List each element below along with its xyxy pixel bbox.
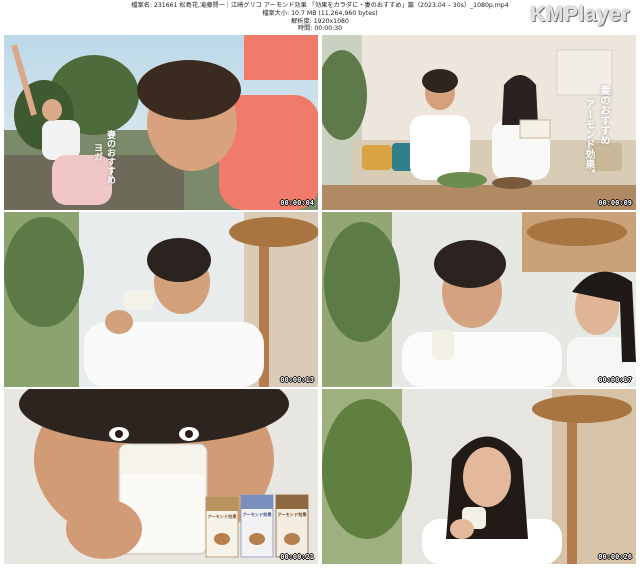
thumbnail-4[interactable]: 00:00:17 — [322, 212, 636, 387]
caption-sub: ヨガ — [92, 143, 102, 161]
frame-image — [4, 389, 318, 564]
thumbnail-2[interactable]: 妻のおすすめ アーモンド効果。 00:00:09 — [322, 35, 636, 210]
thumbnail-3[interactable]: 00:00:13 — [4, 212, 318, 387]
carton-label-3: アーモンド効果 — [277, 512, 307, 517]
timestamp: 00:00:26 — [598, 553, 632, 561]
timestamp: 00:00:13 — [280, 376, 314, 384]
timestamp: 00:00:09 — [598, 199, 632, 207]
frame-image — [4, 35, 318, 210]
caption-main: 妻のおすすめ — [598, 85, 609, 145]
carton-label-1: アーモンド効果 — [207, 514, 237, 519]
carton-label-2: アーモンド効果 — [242, 512, 272, 517]
thumbnail-5[interactable]: アーモンド効果 アーモンド効果 アーモンド効果 00:00:21 — [4, 389, 318, 564]
kmplayer-logo: KMPlayer — [530, 3, 630, 26]
timestamp: 00:00:04 — [280, 199, 314, 207]
frame-image — [322, 212, 636, 387]
caption-main: 妻のおすすめ — [105, 130, 115, 184]
thumbnail-1[interactable]: 妻のおすすめ ヨガ 00:00:04 — [4, 35, 318, 210]
timestamp: 00:00:17 — [598, 376, 632, 384]
thumbnail-6[interactable]: 00:00:26 — [322, 389, 636, 564]
frame-image — [4, 212, 318, 387]
header: 檔案名: 231661 松島花,滝藤賢一｜江崎グリコ アーモンド効果 「効果をカ… — [0, 0, 640, 34]
timestamp: 00:00:21 — [280, 553, 314, 561]
frame-image — [322, 389, 636, 564]
caption-sub: アーモンド効果。 — [583, 99, 594, 179]
